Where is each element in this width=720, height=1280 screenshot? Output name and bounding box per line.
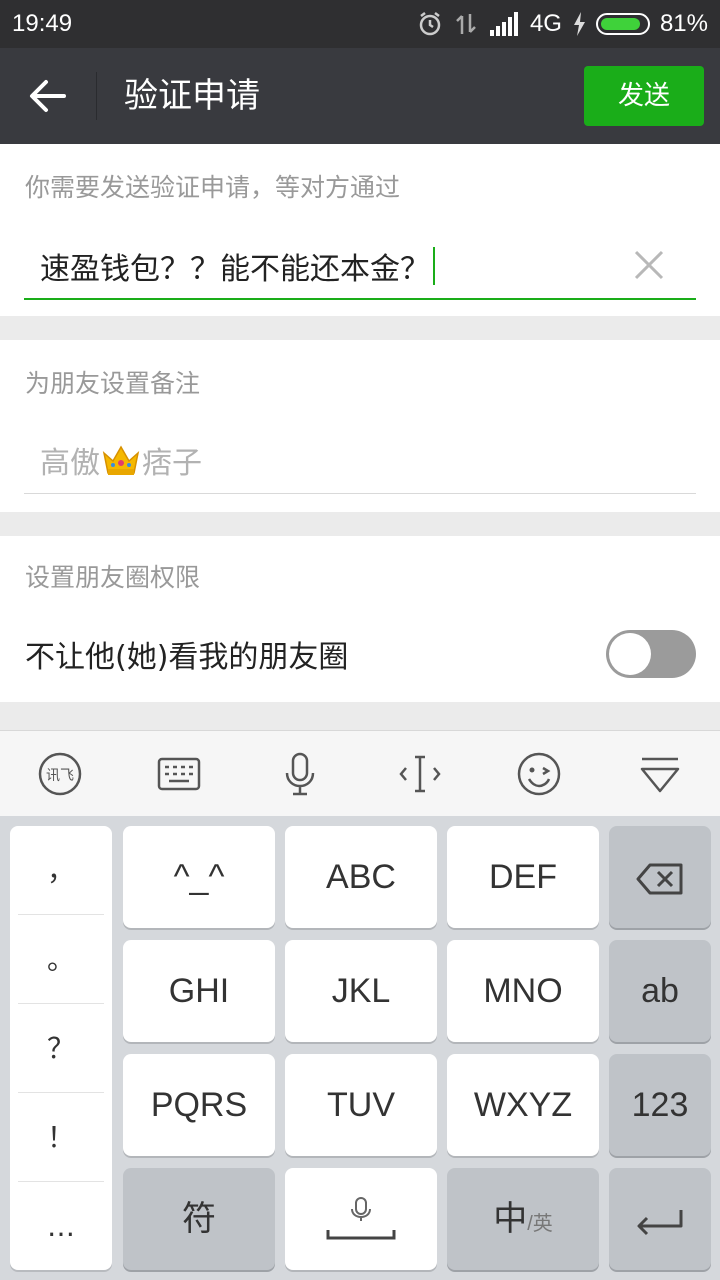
space-mic-icon [326,1197,396,1240]
enter-key[interactable] [609,1168,711,1270]
t9-keyboard: ， 。 ？ ！ … ^_^ ABC DEF GHI JKL MNO ab PQR… [0,816,720,1280]
key-emoticon[interactable]: ^_^ [123,826,275,928]
key-lang-switch[interactable]: 中/英 [447,1168,599,1270]
key-jkl[interactable]: JKL [285,940,437,1042]
screen: 19:49 4G 81% 验证申请 发送 你需要发送验证申请，等对方通过 速盈钱… [0,0,720,1280]
key-123-mode[interactable]: 123 [609,1054,711,1156]
remark-label: 为朋友设置备注 [25,369,201,398]
punct-exclaim-key[interactable]: ！ [18,1093,104,1182]
key-abc[interactable]: ABC [285,826,437,928]
verify-message-text: 速盈钱包？？能不能还本金？ [40,252,430,287]
punct-comma-key[interactable]: ， [18,826,104,915]
punct-period-key[interactable]: 。 [18,915,104,1004]
status-time: 19:49 [12,10,73,37]
key-mno[interactable]: MNO [447,940,599,1042]
text-caret [433,247,435,285]
verify-label: 你需要发送验证申请，等对方通过 [25,173,401,202]
key-pqrs[interactable]: PQRS [123,1054,275,1156]
page-title: 验证申请 [124,76,260,116]
battery-percent: 81% [659,10,708,37]
keyboard-toolbar: 讯飞 [0,730,720,816]
key-tuv[interactable]: TUV [285,1054,437,1156]
moments-section: 设置朋友圈权限 不让他(她)看我的朋友圈 [0,536,720,702]
send-button[interactable]: 发送 [584,66,704,126]
backspace-icon [636,863,683,895]
toggle-knob [609,633,651,675]
backspace-key[interactable] [609,826,711,928]
key-ab-mode[interactable]: ab [609,940,711,1042]
svg-text:讯飞: 讯飞 [46,768,74,784]
verify-section: 你需要发送验证申请，等对方通过 速盈钱包？？能不能还本金？ [0,144,720,316]
key-ghi[interactable]: GHI [123,940,275,1042]
emoji-icon[interactable] [516,751,562,797]
punct-ellipsis-key[interactable]: … [18,1182,104,1271]
keyboard-icon[interactable] [156,751,202,797]
remark-section: 为朋友设置备注 高傲 痞子 [0,340,720,512]
punct-question-key[interactable]: ？ [18,1004,104,1093]
lang-current: 中 [493,1200,528,1238]
network-type: 4G [529,10,562,37]
verify-message-input[interactable]: 速盈钱包？？能不能还本金？ [24,230,696,300]
status-icons: 4G 81% [416,8,708,40]
key-symbols[interactable]: 符 [123,1168,275,1270]
battery-icon [595,13,650,35]
header-divider [96,72,97,120]
ime-logo-icon[interactable]: 讯飞 [37,751,83,797]
cursor-move-icon[interactable] [397,751,443,797]
key-wxyz[interactable]: WXYZ [447,1054,599,1156]
crown-emoji-icon [102,445,140,475]
enter-icon [637,1210,683,1236]
collapse-keyboard-icon[interactable] [637,751,683,797]
clear-icon[interactable] [632,248,666,282]
punctuation-column[interactable]: ， 。 ？ ！ … [10,826,112,1270]
moments-label: 设置朋友圈权限 [25,563,201,592]
data-transfer-icon [456,14,476,34]
key-def[interactable]: DEF [447,826,599,928]
back-arrow-icon[interactable] [22,70,74,122]
microphone-icon[interactable] [277,751,323,797]
charging-icon [573,12,585,36]
app-header: 验证申请 发送 [0,48,720,144]
status-bar: 19:49 4G 81% [0,0,720,48]
hide-moments-label: 不让他(她)看我的朋友圈 [25,640,349,675]
remark-input[interactable]: 高傲 痞子 [24,424,696,494]
alarm-icon [419,12,441,36]
signal-icon [489,12,518,36]
lang-alt: /英 [527,1213,553,1235]
space-key[interactable] [285,1168,437,1270]
remark-placeholder: 高傲 痞子 [40,438,202,482]
hide-moments-toggle[interactable] [606,630,696,678]
